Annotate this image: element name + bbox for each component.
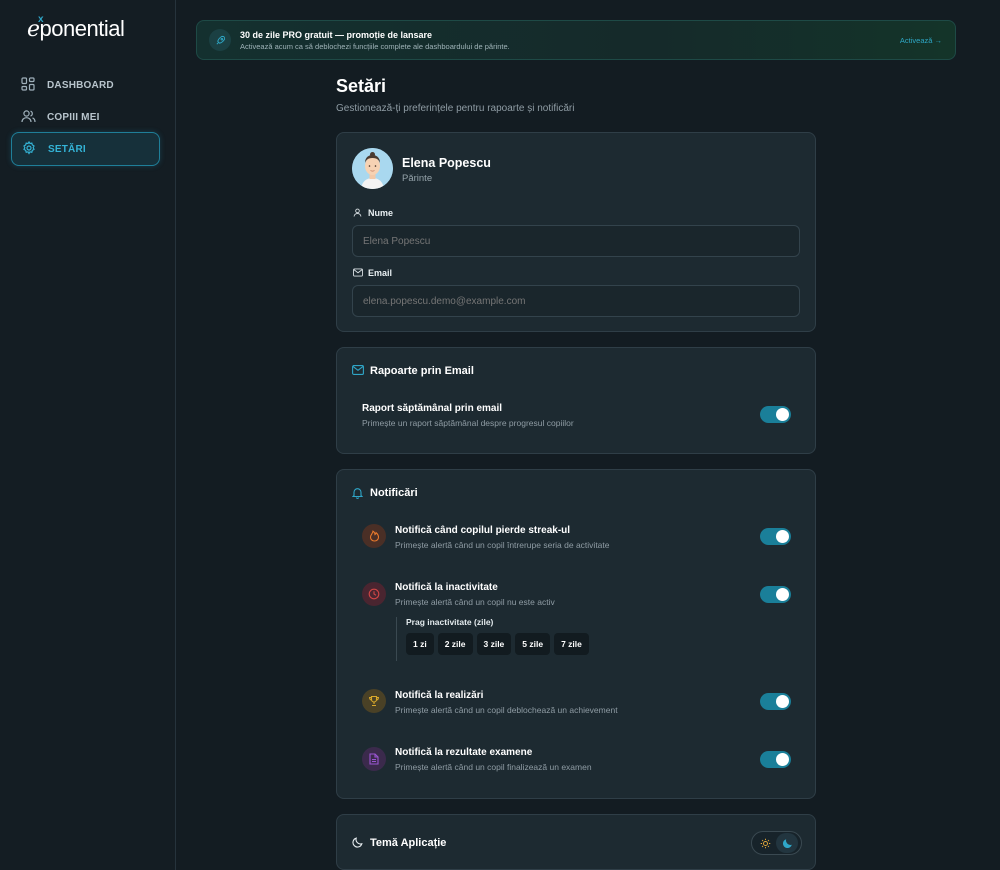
rocket-icon (209, 29, 231, 51)
notif-streak-toggle[interactable] (760, 528, 791, 545)
bell-icon (352, 487, 364, 499)
notifications-header: Notificări (352, 487, 418, 499)
flame-icon (362, 524, 386, 548)
notif-inactivity-toggle[interactable] (760, 586, 791, 603)
notif-achievements-toggle[interactable] (760, 693, 791, 710)
weekly-report-toggle[interactable] (760, 406, 791, 423)
theme-title: Temă Aplicație (370, 837, 447, 849)
promo-title: 30 de zile PRO gratuit — promoție de lan… (240, 29, 433, 40)
sidebar-item-children[interactable]: COPIII MEI (11, 100, 160, 134)
email-label-text: Email (368, 268, 393, 278)
trophy-icon (362, 689, 386, 713)
notif-exams-title: Notifică la rezultate examene (395, 747, 533, 758)
app-logo[interactable]: e x ponential (27, 14, 125, 42)
theme-switch (751, 831, 802, 855)
email-reports-header: Rapoarte prin Email (352, 365, 474, 377)
profile-role: Părinte (402, 173, 433, 184)
sidebar-item-label: SETĂRI (48, 143, 86, 155)
sidebar-nav: DASHBOARD COPIII MEI SETĂRI (11, 68, 160, 166)
theme-card: Temă Aplicație (336, 814, 816, 870)
profile-name: Elena Popescu (402, 156, 491, 170)
promo-activate-link[interactable]: Activează → (900, 36, 942, 45)
page-title: Setări (336, 76, 387, 96)
moon-icon (782, 838, 792, 848)
weekly-report-desc: Primește un raport săptămânal despre pro… (362, 418, 574, 428)
promo-subtitle: Activează acum ca să deblochezi funcțiil… (240, 41, 510, 51)
moon-icon (352, 837, 364, 849)
notif-streak-desc: Primește alertă când un copil întrerupe … (395, 540, 610, 550)
email-reports-card: Rapoarte prin Email Raport săptămânal pr… (336, 347, 816, 454)
theme-header: Temă Aplicație (352, 837, 446, 849)
inactivity-threshold: Prag inactivitate (zile) 1 zi 2 zile 3 z… (396, 617, 589, 661)
notifications-card: Notificări Notifică când copilul pierde … (336, 469, 816, 799)
email-field-label: Email (353, 268, 392, 278)
promo-banner: 30 de zile PRO gratuit — promoție de lan… (196, 20, 956, 60)
avatar[interactable] (352, 148, 393, 189)
name-input[interactable] (352, 225, 800, 257)
notif-achievements-title: Notifică la realizări (395, 690, 484, 701)
logo-superscript: x (38, 14, 44, 25)
name-field-label: Nume (353, 208, 393, 218)
threshold-label: Prag inactivitate (zile) (406, 617, 494, 627)
sidebar-item-label: COPIII MEI (47, 111, 100, 123)
notif-inactivity-title: Notifică la inactivitate (395, 582, 498, 593)
email-input[interactable] (352, 285, 800, 317)
grid-icon (21, 77, 37, 93)
threshold-option[interactable]: 7 zile (554, 633, 589, 655)
document-icon (362, 747, 386, 771)
page-subtitle: Gestionează-ți preferințele pentru rapoa… (336, 103, 575, 114)
notif-exams-toggle[interactable] (760, 751, 791, 768)
threshold-option[interactable]: 5 zile (515, 633, 551, 655)
threshold-option[interactable]: 2 zile (437, 633, 473, 655)
logo-text: ponential (39, 16, 125, 41)
email-reports-title: Rapoarte prin Email (370, 365, 474, 377)
users-icon (21, 109, 37, 125)
sidebar-item-settings[interactable]: SETĂRI (11, 132, 160, 166)
user-icon (353, 208, 363, 218)
dark-mode-button[interactable] (776, 833, 798, 853)
notif-achievements-desc: Primește alertă când un copil deblocheaz… (395, 705, 618, 715)
light-mode-button[interactable] (754, 833, 776, 853)
sidebar-item-dashboard[interactable]: DASHBOARD (11, 68, 160, 102)
threshold-option[interactable]: 3 zile (476, 633, 512, 655)
name-label-text: Nume (368, 208, 394, 218)
notifications-title: Notificări (370, 487, 418, 499)
notif-streak-title: Notifică când copilul pierde streak-ul (395, 525, 571, 536)
profile-card: Elena Popescu Părinte Nume Email (336, 132, 816, 332)
sidebar-item-label: DASHBOARD (47, 79, 114, 91)
sidebar: e x ponential DASHBOARD COPIII MEI SETĂRI (0, 0, 176, 870)
sun-icon (760, 838, 770, 848)
threshold-options: 1 zi 2 zile 3 zile 5 zile 7 zile (406, 633, 589, 655)
notif-exams-desc: Primește alertă când un copil finalizeaz… (395, 762, 592, 772)
notif-inactivity-desc: Primește alertă când un copil nu este ac… (395, 597, 555, 607)
gear-icon (22, 141, 38, 157)
mail-icon (352, 365, 364, 377)
mail-icon (353, 268, 363, 278)
threshold-option[interactable]: 1 zi (406, 633, 434, 655)
weekly-report-title: Raport săptămânal prin email (362, 403, 503, 414)
clock-icon (362, 582, 386, 606)
